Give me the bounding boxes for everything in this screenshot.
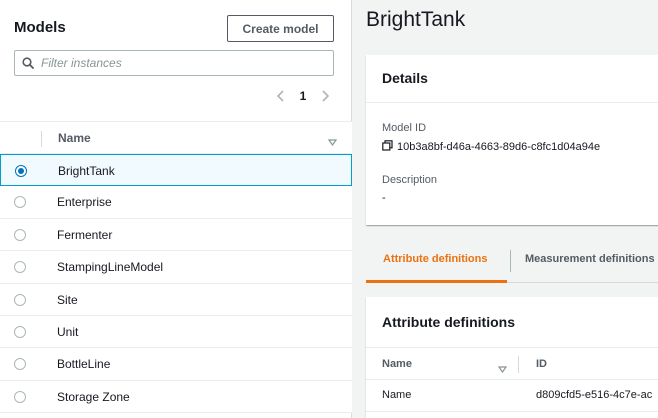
model-name: Enterprise <box>57 195 112 210</box>
model-id-value: 10b3a8bf-d46a-4663-89d6-c8fc1d04a94e <box>382 140 600 154</box>
row-radio-button[interactable] <box>14 196 26 209</box>
model-name: BottleLine <box>57 357 111 372</box>
search-icon <box>15 57 41 69</box>
attribute-definitions-heading: Attribute definitions <box>382 314 515 330</box>
table-row[interactable]: Enterprise <box>0 186 352 219</box>
detail-tabs: Attribute definitions Measurement defini… <box>366 243 658 283</box>
model-name: Unit <box>57 324 79 339</box>
attr-id-cell: d809cfd5-e516-4c7e-ac <box>536 389 653 401</box>
table-row[interactable]: Storage Zone <box>0 380 352 414</box>
row-radio-button[interactable] <box>14 325 26 338</box>
model-id-label: Model ID <box>382 122 427 134</box>
table-row: Name d809cfd5-e516-4c7e-ac <box>366 380 658 412</box>
copy-icon[interactable] <box>382 140 393 154</box>
table-row[interactable]: Unit <box>0 315 352 349</box>
attributes-table-header: Name ID <box>366 347 658 380</box>
model-name: Storage Zone <box>57 389 130 404</box>
details-card: Details Model ID 10b3a8bf-d46a-4663-89d6… <box>366 55 658 225</box>
active-tab-indicator <box>366 280 507 283</box>
models-table: Name BrightTank Enterprise Fermenter Stampi… <box>0 121 352 414</box>
table-row[interactable]: StampingLineModel <box>0 251 352 284</box>
current-page-number[interactable]: 1 <box>298 89 308 103</box>
sort-descending-icon[interactable] <box>327 133 338 151</box>
attr-name-column-header[interactable]: Name <box>382 358 412 370</box>
pagination: 1 <box>274 86 332 106</box>
row-radio-button[interactable] <box>14 390 26 403</box>
page-title: BrightTank <box>366 8 466 31</box>
filter-input[interactable] <box>41 56 321 70</box>
attr-name-cell: Name <box>382 389 412 401</box>
models-table-header: Name <box>0 121 352 154</box>
tab-measurement-definitions[interactable]: Measurement definitions <box>525 253 655 265</box>
model-name: BrightTank <box>58 164 115 178</box>
column-divider <box>41 131 42 147</box>
next-page-icon[interactable] <box>318 86 332 106</box>
table-row[interactable]: Site <box>0 283 352 316</box>
details-heading: Details <box>366 55 658 103</box>
table-row[interactable]: BottleLine <box>0 348 352 381</box>
model-detail: BrightTank Details Model ID 10b3a8bf-d46… <box>352 0 658 418</box>
attribute-definitions-card: Attribute definitions Name ID Name d809c… <box>366 297 658 418</box>
row-radio-button[interactable] <box>15 165 27 177</box>
model-name: Fermenter <box>57 227 113 242</box>
model-name: StampingLineModel <box>57 260 164 275</box>
attr-id-column-header[interactable]: ID <box>536 358 547 370</box>
model-id-text: 10b3a8bf-d46a-4663-89d6-c8fc1d04a94e <box>397 141 601 153</box>
row-radio-button[interactable] <box>14 358 26 371</box>
table-row[interactable]: BrightTank <box>0 154 352 187</box>
tab-divider <box>510 250 511 272</box>
create-model-button[interactable]: Create model <box>227 15 334 42</box>
tab-attribute-definitions[interactable]: Attribute definitions <box>383 253 488 265</box>
name-column-header[interactable]: Name <box>58 131 91 145</box>
row-radio-button[interactable] <box>14 293 26 306</box>
description-value: - <box>382 192 386 204</box>
sort-descending-icon[interactable] <box>497 360 508 378</box>
row-radio-button[interactable] <box>14 228 26 241</box>
row-radio-button[interactable] <box>14 261 26 274</box>
description-label: Description <box>382 174 438 186</box>
table-row[interactable]: Fermenter <box>0 218 352 252</box>
model-name: Site <box>57 292 78 307</box>
models-panel-title: Models <box>14 19 66 36</box>
column-divider <box>518 356 519 373</box>
filter-field[interactable] <box>14 50 334 76</box>
app-root: Models Create model 1 Name <box>0 0 658 418</box>
models-panel: Models Create model 1 Name <box>0 0 352 418</box>
previous-page-icon[interactable] <box>274 86 288 106</box>
models-table-body: BrightTank Enterprise Fermenter StampingLin… <box>0 154 352 414</box>
